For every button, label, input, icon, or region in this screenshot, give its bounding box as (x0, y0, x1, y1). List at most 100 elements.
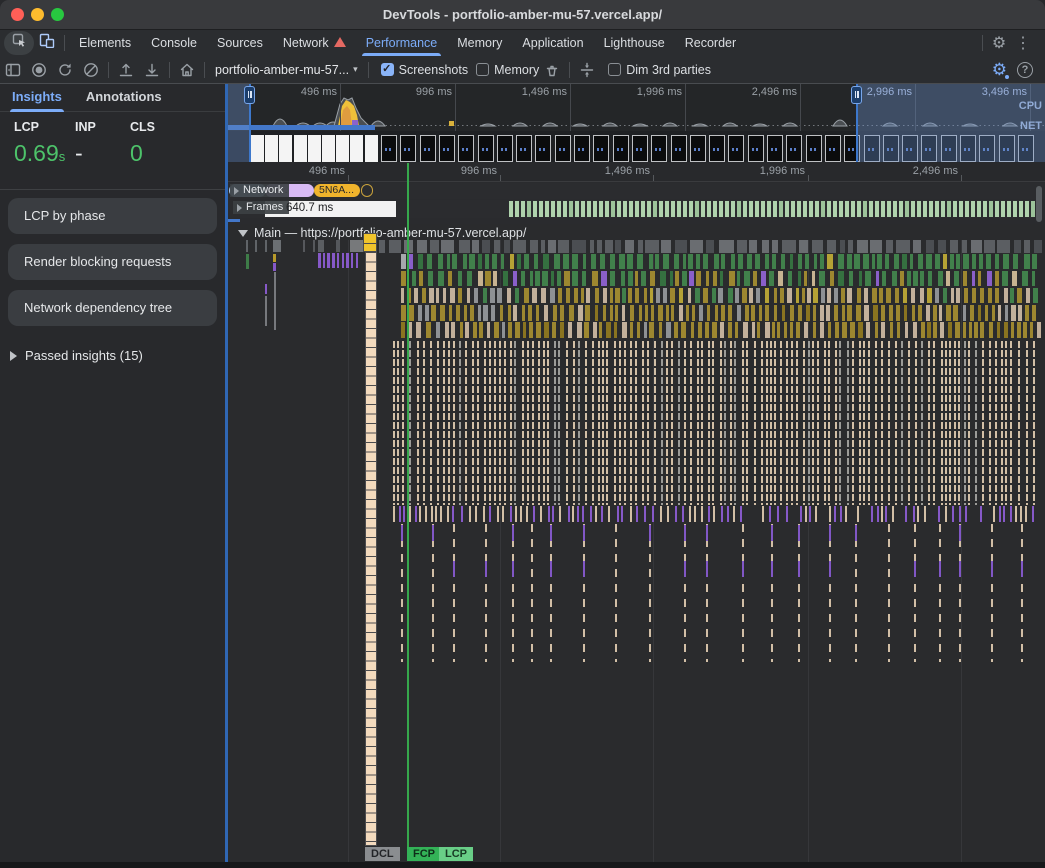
flame-bar[interactable] (483, 305, 488, 321)
flame-bar[interactable] (790, 305, 794, 321)
flame-bar[interactable] (494, 341, 496, 505)
flame-bar[interactable] (696, 254, 700, 269)
flame-bar[interactable] (423, 341, 425, 505)
flame-bar[interactable] (769, 271, 774, 286)
flame-bar[interactable] (554, 254, 559, 269)
flame-bar[interactable] (414, 288, 418, 303)
flame-bar[interactable] (772, 322, 775, 338)
flame-bar[interactable] (1034, 240, 1042, 253)
flame-bar[interactable] (857, 240, 868, 253)
flame-bar[interactable] (497, 288, 502, 303)
flame-bar[interactable] (910, 254, 914, 269)
flame-bar[interactable] (790, 322, 794, 338)
flame-bar[interactable] (497, 506, 499, 522)
flame-bar[interactable] (621, 271, 625, 286)
flame-bar[interactable] (821, 288, 824, 303)
flame-bar[interactable] (921, 322, 925, 338)
flame-bar[interactable] (691, 322, 694, 338)
insight-card-1[interactable]: Render blocking requests (8, 244, 217, 280)
flame-bar[interactable] (787, 288, 792, 303)
flame-bar[interactable] (342, 253, 345, 268)
flame-bar[interactable] (964, 288, 968, 303)
flame-bar[interactable] (508, 322, 512, 338)
flame-bar[interactable] (865, 271, 871, 286)
tab-performance[interactable]: Performance (356, 30, 448, 56)
flame-bar[interactable] (737, 305, 741, 321)
flame-bar[interactable] (743, 322, 748, 338)
flame-bar[interactable] (746, 341, 748, 505)
flame-bar[interactable] (694, 506, 696, 522)
flame-bar[interactable] (980, 322, 984, 338)
flame-bar[interactable] (435, 506, 437, 522)
flame-bar[interactable] (674, 254, 679, 269)
flame-bar[interactable] (674, 322, 678, 338)
memory-label[interactable]: Memory (494, 63, 539, 77)
flame-bar[interactable] (535, 271, 540, 286)
frame-bar[interactable] (575, 201, 579, 217)
flame-bar[interactable] (770, 341, 772, 505)
flame-bar[interactable] (826, 305, 829, 321)
tab-application[interactable]: Application (512, 30, 593, 56)
frame-bar[interactable] (905, 201, 909, 217)
memory-checkbox[interactable] (476, 63, 489, 76)
flame-bar[interactable] (782, 240, 796, 253)
flame-bar[interactable] (666, 341, 668, 505)
flame-bar[interactable] (560, 322, 565, 338)
flame-bar[interactable] (1018, 341, 1020, 505)
flame-bar[interactable] (649, 524, 651, 662)
flame-bar[interactable] (419, 271, 422, 286)
screenshot-thumbnail[interactable] (265, 135, 278, 162)
screenshot-thumbnail[interactable] (671, 135, 687, 162)
reload-and-record-button[interactable] (52, 58, 78, 82)
flame-bar[interactable] (592, 341, 594, 505)
flame-bar[interactable] (610, 254, 615, 269)
frame-bar[interactable] (1025, 201, 1029, 217)
flame-bar[interactable] (840, 506, 842, 522)
frame-bar[interactable] (959, 201, 963, 217)
flame-bar[interactable] (879, 288, 883, 303)
flame-bar[interactable] (829, 524, 831, 662)
flame-bar[interactable] (682, 271, 687, 286)
frame-bar[interactable] (731, 201, 735, 217)
flame-bar[interactable] (483, 506, 485, 522)
flame-bar[interactable] (755, 254, 760, 269)
flame-bar[interactable] (813, 305, 816, 321)
flame-bar[interactable] (1018, 305, 1022, 321)
flame-bar[interactable] (841, 288, 845, 303)
flame-bar[interactable] (628, 271, 633, 286)
flame-bar[interactable] (1033, 341, 1035, 505)
flame-bar[interactable] (401, 288, 404, 303)
toggle-sidebar-button[interactable] (0, 58, 26, 82)
flame-bar[interactable] (975, 341, 977, 505)
flame-bar[interactable] (889, 305, 893, 321)
flame-bar[interactable] (548, 506, 550, 522)
flame-bar[interactable] (418, 305, 422, 321)
flame-bar[interactable] (777, 322, 780, 338)
screenshot-thumbnail[interactable] (786, 135, 802, 162)
flame-bar[interactable] (945, 341, 947, 505)
flame-bar[interactable] (897, 322, 901, 338)
flame-bar[interactable] (881, 322, 885, 338)
flame-bar[interactable] (744, 271, 749, 286)
flame-bar[interactable] (630, 322, 634, 338)
flame-bar[interactable] (1015, 506, 1017, 522)
flame-bar[interactable] (522, 305, 525, 321)
flame-bar[interactable] (474, 288, 478, 303)
flame-bar[interactable] (834, 288, 838, 303)
flame-bar[interactable] (401, 322, 405, 338)
flame-bar[interactable] (544, 305, 549, 321)
flame-bar[interactable] (503, 271, 509, 286)
flame-bar[interactable] (615, 524, 617, 662)
flame-bar[interactable] (992, 305, 995, 321)
flame-bar[interactable] (796, 322, 799, 338)
flame-bar[interactable] (765, 322, 770, 338)
flame-bar[interactable] (896, 305, 900, 321)
flame-bar[interactable] (800, 506, 802, 522)
flame-bar[interactable] (431, 506, 433, 522)
flame-bar[interactable] (1010, 288, 1014, 303)
frame-bar[interactable] (965, 201, 969, 217)
flame-bar[interactable] (1032, 305, 1036, 321)
screenshot-thumbnail[interactable] (574, 135, 590, 162)
devtools-settings-gear-icon[interactable]: ⚙ (987, 33, 1011, 53)
flame-bar[interactable] (688, 254, 693, 269)
